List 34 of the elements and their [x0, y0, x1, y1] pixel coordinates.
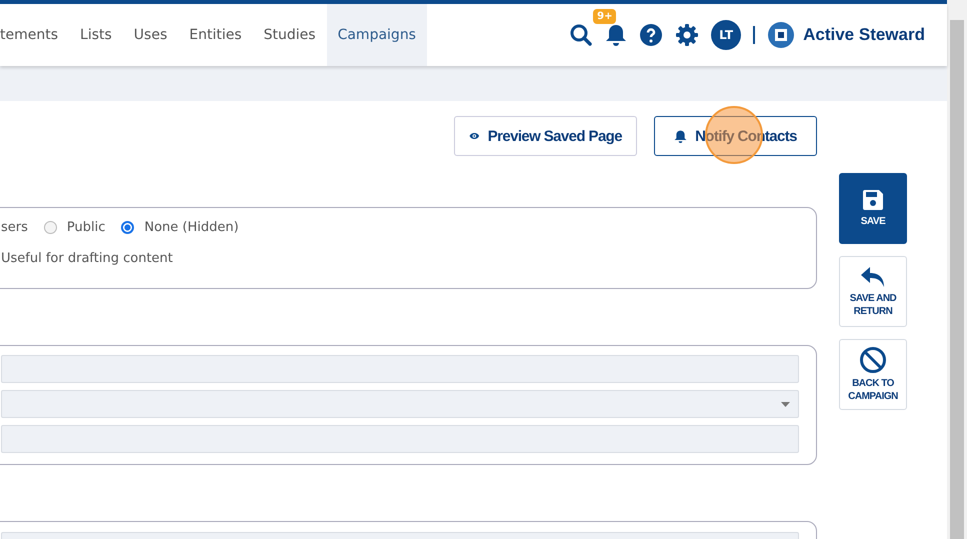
nav-tab[interactable]: tements: [0, 4, 70, 66]
hint-text: Useful for drafting content: [1, 251, 174, 266]
nav-tab[interactable]: Campaigns: [326, 4, 427, 66]
side-button[interactable]: SAVE: [839, 173, 907, 244]
radio-button[interactable]: [121, 221, 134, 234]
nav-tab[interactable]: Lists: [69, 4, 123, 66]
radio-button[interactable]: [44, 221, 57, 234]
eye-icon: [469, 130, 480, 142]
scrollbar[interactable]: [947, 0, 967, 539]
settings-icon[interactable]: [675, 23, 700, 47]
option-label: sers: [1, 220, 28, 235]
notification-badge: 9+: [593, 9, 616, 24]
prohibited-icon: [859, 346, 887, 374]
help-icon[interactable]: [639, 23, 664, 47]
nav-tab[interactable]: Studies: [252, 4, 327, 66]
radio-option[interactable]: Public: [44, 220, 106, 235]
reply-arrow-icon: [859, 265, 887, 289]
nav-tab[interactable]: Uses: [122, 4, 178, 66]
select-field[interactable]: [1, 390, 799, 418]
radio-option[interactable]: None (Hidden): [121, 220, 239, 235]
bell-icon[interactable]: [605, 23, 628, 47]
logo-icon: [767, 21, 796, 49]
floppy-icon: [861, 188, 885, 212]
input-field[interactable]: [1, 355, 799, 383]
bell-icon: [674, 128, 688, 144]
side-button[interactable]: BACK TO CAMPAIGN: [839, 339, 907, 410]
caret-icon: [781, 402, 790, 406]
action-button[interactable]: Preview Saved Page: [454, 116, 637, 156]
search-icon[interactable]: [569, 23, 594, 47]
side-button[interactable]: SAVE AND RETURN: [839, 256, 907, 327]
brand-name: Active Steward: [803, 25, 925, 45]
user-avatar[interactable]: LT: [711, 20, 742, 50]
nav-tab[interactable]: Entities: [178, 4, 253, 66]
input-field[interactable]: [1, 425, 799, 453]
